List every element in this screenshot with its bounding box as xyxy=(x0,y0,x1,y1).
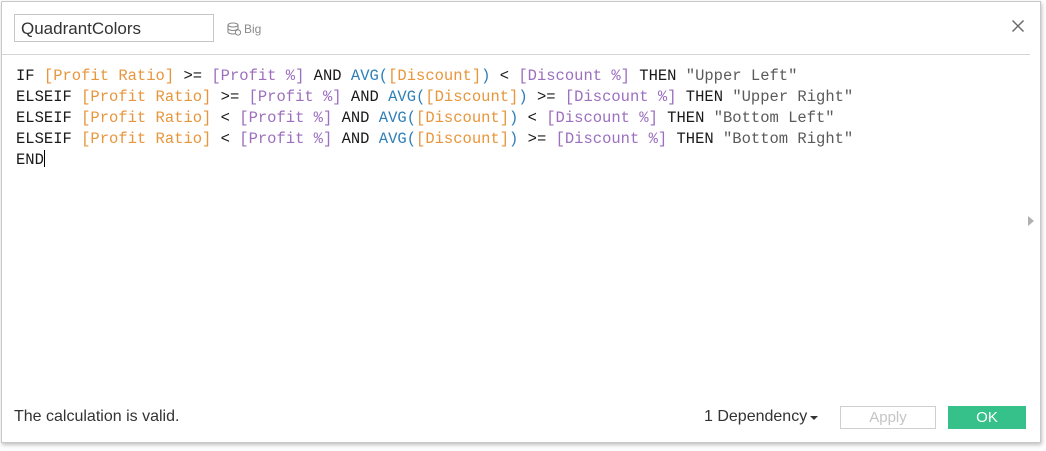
code-keyword: AND xyxy=(332,109,379,127)
validation-status: The calculation is valid. xyxy=(14,408,180,425)
code-operator: >= xyxy=(174,67,212,85)
code-function: AVG( xyxy=(388,88,426,106)
code-operator: < xyxy=(518,109,547,127)
code-operator: < xyxy=(211,109,240,127)
caret-down-icon xyxy=(810,416,819,420)
code-field: [Discount] xyxy=(416,109,510,127)
code-keyword: THEN xyxy=(676,88,733,106)
code-line: ELSEIF [Profit Ratio] < [Profit %] AND A… xyxy=(16,108,1010,129)
code-operator: < xyxy=(490,67,519,85)
code-operator: >= xyxy=(211,88,249,106)
code-keyword: THEN xyxy=(657,109,714,127)
code-parameter: [Discount %] xyxy=(564,88,677,106)
code-parameter: [Profit %] xyxy=(239,109,333,127)
code-line: ELSEIF [Profit Ratio] < [Profit %] AND A… xyxy=(16,129,1010,150)
code-keyword: IF xyxy=(16,67,44,85)
code-field: [Discount] xyxy=(425,88,519,106)
code-operator: >= xyxy=(518,130,556,148)
header-divider xyxy=(2,54,1030,55)
code-parameter: [Profit %] xyxy=(239,130,333,148)
code-function: ) xyxy=(509,130,519,148)
text-cursor xyxy=(43,150,45,167)
code-line: END xyxy=(16,150,1010,171)
code-keyword: AND xyxy=(341,88,389,106)
code-field: [Profit Ratio] xyxy=(81,130,212,148)
code-keyword: END xyxy=(16,151,44,169)
chevron-right-icon[interactable] xyxy=(1028,216,1034,226)
code-keyword: AND xyxy=(332,130,379,148)
apply-button[interactable]: Apply xyxy=(840,406,936,429)
dependency-dropdown[interactable]: 1 Dependency xyxy=(704,408,819,426)
code-function: ) xyxy=(509,109,519,127)
code-parameter: [Discount %] xyxy=(555,130,668,148)
datasource-label: Big xyxy=(226,19,261,39)
code-function: AVG( xyxy=(378,109,417,127)
code-function: ) xyxy=(518,88,528,106)
code-function: AVG( xyxy=(350,67,389,85)
code-string: "Bottom Right" xyxy=(723,130,854,148)
code-string: "Upper Left" xyxy=(685,67,798,85)
code-line: ELSEIF [Profit Ratio] >= [Profit %] AND … xyxy=(16,87,1010,108)
database-icon xyxy=(227,22,242,36)
code-keyword: AND xyxy=(304,67,351,85)
datasource-name: Big xyxy=(244,22,262,36)
code-function: AVG( xyxy=(378,130,417,148)
code-keyword: THEN xyxy=(667,130,723,148)
calculation-name-input[interactable] xyxy=(14,14,214,42)
code-field: [Discount] xyxy=(388,67,482,85)
code-field: [Profit Ratio] xyxy=(81,88,212,106)
dependency-label: 1 Dependency xyxy=(704,408,808,425)
close-button[interactable] xyxy=(1010,18,1026,34)
code-field: [Profit Ratio] xyxy=(81,109,212,127)
code-keyword: THEN xyxy=(629,67,686,85)
code-field: [Profit Ratio] xyxy=(43,67,175,85)
code-operator: >= xyxy=(527,88,565,106)
code-parameter: [Profit %] xyxy=(248,88,342,106)
code-parameter: [Discount %] xyxy=(546,109,658,127)
code-keyword: ELSEIF xyxy=(16,109,82,127)
code-line: IF [Profit Ratio] >= [Profit %] AND AVG(… xyxy=(16,66,1010,87)
code-field: [Discount] xyxy=(416,130,510,148)
formula-editor[interactable]: IF [Profit Ratio] >= [Profit %] AND AVG(… xyxy=(16,66,1010,376)
code-string: "Bottom Left" xyxy=(713,109,835,127)
code-operator: < xyxy=(211,130,240,148)
code-parameter: [Profit %] xyxy=(211,67,305,85)
calculation-dialog: Big IF [Profit Ratio] >= [Profit %] AND … xyxy=(1,1,1041,443)
code-string: "Upper Right" xyxy=(732,88,854,106)
close-icon xyxy=(1011,19,1025,33)
code-parameter: [Discount %] xyxy=(518,67,630,85)
code-keyword: ELSEIF xyxy=(16,130,82,148)
code-keyword: ELSEIF xyxy=(16,88,82,106)
ok-button[interactable]: OK xyxy=(948,406,1026,429)
